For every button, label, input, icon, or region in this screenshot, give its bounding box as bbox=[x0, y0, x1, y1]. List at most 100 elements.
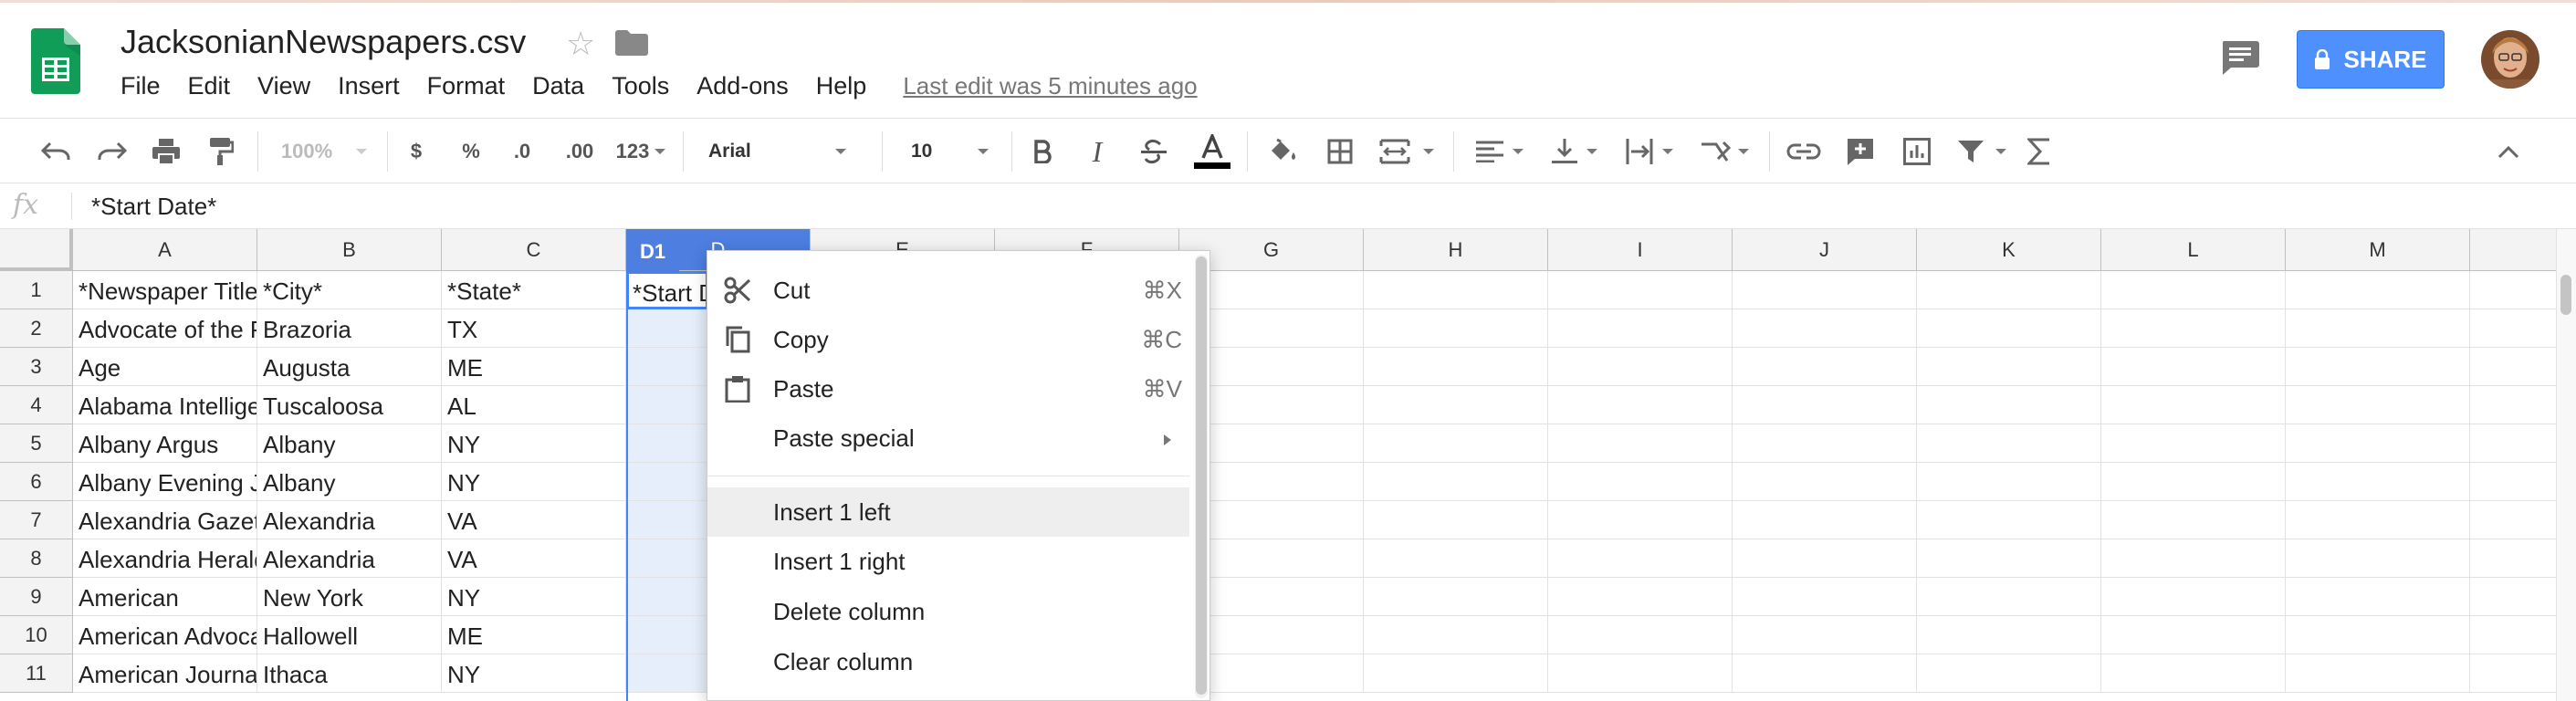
cell[interactable] bbox=[2101, 654, 2286, 693]
menu-insert-right[interactable]: Insert 1 right bbox=[707, 537, 1189, 586]
cell[interactable] bbox=[1733, 539, 1917, 578]
text-wrapping-icon[interactable] bbox=[1618, 119, 1681, 184]
document-title[interactable]: JacksonianNewspapers.csv bbox=[120, 23, 526, 61]
cell[interactable] bbox=[1548, 616, 1733, 654]
cell[interactable] bbox=[1917, 501, 2101, 539]
cell[interactable]: VA bbox=[442, 501, 626, 539]
text-color-icon[interactable] bbox=[1192, 119, 1232, 184]
cell[interactable]: Alexandria bbox=[257, 539, 442, 578]
row-header[interactable]: 1 bbox=[0, 271, 73, 309]
cell[interactable]: Alexandria Gazette bbox=[73, 501, 257, 539]
cell[interactable] bbox=[2101, 386, 2286, 424]
cell[interactable]: Hallowell bbox=[257, 616, 442, 654]
row-header[interactable]: 7 bbox=[0, 501, 73, 539]
cell[interactable]: Age bbox=[73, 348, 257, 386]
cell[interactable] bbox=[1364, 386, 1548, 424]
cell[interactable] bbox=[1548, 654, 1733, 693]
row-header[interactable]: 9 bbox=[0, 578, 73, 616]
cell[interactable] bbox=[1733, 424, 1917, 463]
cell[interactable]: New York bbox=[257, 578, 442, 616]
cell[interactable] bbox=[2286, 424, 2470, 463]
cell[interactable] bbox=[1917, 463, 2101, 501]
font-family-select[interactable]: Arial bbox=[696, 119, 869, 184]
menu-view[interactable]: View bbox=[257, 72, 310, 100]
cell[interactable] bbox=[1548, 578, 1733, 616]
insert-link-icon[interactable] bbox=[1782, 119, 1826, 184]
cell[interactable]: Brazoria bbox=[257, 309, 442, 348]
cell[interactable] bbox=[2470, 616, 2556, 654]
cell[interactable] bbox=[1364, 539, 1548, 578]
merge-cells-icon[interactable] bbox=[1375, 119, 1439, 184]
cell[interactable] bbox=[1733, 271, 1917, 309]
avatar[interactable] bbox=[2481, 30, 2539, 89]
cell[interactable] bbox=[1364, 309, 1548, 348]
cell[interactable]: Albany bbox=[257, 463, 442, 501]
spreadsheet-grid[interactable]: A B C D E F G H I J K L M 1 *Newspaper Title* *City* *St… bbox=[0, 229, 2556, 701]
cell[interactable] bbox=[2101, 271, 2286, 309]
column-header-i[interactable]: I bbox=[1548, 229, 1733, 271]
cell[interactable] bbox=[2470, 348, 2556, 386]
cell[interactable] bbox=[2286, 539, 2470, 578]
row-header[interactable]: 5 bbox=[0, 424, 73, 463]
cell[interactable] bbox=[2286, 386, 2470, 424]
cell[interactable] bbox=[1548, 539, 1733, 578]
redo-icon[interactable] bbox=[89, 119, 133, 184]
cell[interactable] bbox=[1917, 386, 2101, 424]
cell[interactable] bbox=[1917, 271, 2101, 309]
cell[interactable] bbox=[2286, 463, 2470, 501]
collapse-toolbar-icon[interactable] bbox=[2487, 119, 2530, 184]
functions-icon[interactable] bbox=[2017, 119, 2061, 184]
cell[interactable] bbox=[2286, 578, 2470, 616]
cell[interactable] bbox=[2286, 309, 2470, 348]
cell[interactable] bbox=[1364, 501, 1548, 539]
column-header-b[interactable]: B bbox=[257, 229, 442, 271]
cell[interactable] bbox=[2101, 539, 2286, 578]
cell[interactable] bbox=[1917, 309, 2101, 348]
cell[interactable] bbox=[1733, 463, 1917, 501]
context-menu-scrollbar[interactable] bbox=[1195, 255, 1208, 698]
cell[interactable] bbox=[2286, 616, 2470, 654]
filter-icon[interactable] bbox=[1950, 119, 2014, 184]
row-header[interactable]: 8 bbox=[0, 539, 73, 578]
cell[interactable] bbox=[1364, 424, 1548, 463]
cell[interactable]: Alabama Intelligencer bbox=[73, 386, 257, 424]
column-header-j[interactable]: J bbox=[1733, 229, 1917, 271]
cell[interactable] bbox=[1548, 501, 1733, 539]
insert-chart-icon[interactable] bbox=[1895, 119, 1939, 184]
column-header-h[interactable]: H bbox=[1364, 229, 1548, 271]
cell[interactable] bbox=[2470, 539, 2556, 578]
cell[interactable]: NY bbox=[442, 654, 626, 693]
cell[interactable]: *City* bbox=[257, 271, 442, 309]
row-header[interactable]: 10 bbox=[0, 616, 73, 654]
increase-decimal-button[interactable]: .00 bbox=[557, 119, 602, 184]
cell[interactable]: VA bbox=[442, 539, 626, 578]
cell[interactable]: Advocate of the People's Rights bbox=[73, 309, 257, 348]
cell[interactable]: ME bbox=[442, 616, 626, 654]
sheets-logo-icon[interactable] bbox=[31, 28, 80, 94]
cell[interactable] bbox=[1548, 348, 1733, 386]
row-header[interactable]: 4 bbox=[0, 386, 73, 424]
menu-help[interactable]: Help bbox=[816, 72, 867, 100]
menu-tools[interactable]: Tools bbox=[612, 72, 669, 100]
cell[interactable]: NY bbox=[442, 578, 626, 616]
row-header[interactable]: 3 bbox=[0, 348, 73, 386]
cell[interactable] bbox=[2101, 463, 2286, 501]
vertical-scrollbar[interactable] bbox=[2556, 229, 2576, 701]
menu-clear-column[interactable]: Clear column bbox=[707, 637, 1189, 686]
cell[interactable] bbox=[1548, 386, 1733, 424]
comments-icon[interactable] bbox=[2220, 39, 2260, 76]
context-menu-scroll-thumb[interactable] bbox=[1196, 256, 1207, 695]
cell[interactable] bbox=[2101, 501, 2286, 539]
cell[interactable] bbox=[2286, 654, 2470, 693]
cell[interactable] bbox=[1733, 578, 1917, 616]
cell[interactable] bbox=[2470, 501, 2556, 539]
column-header-l[interactable]: L bbox=[2101, 229, 2286, 271]
menu-cut[interactable]: Cut ⌘X bbox=[707, 266, 1189, 315]
cell[interactable] bbox=[2470, 578, 2556, 616]
cell[interactable] bbox=[2101, 309, 2286, 348]
insert-comment-icon[interactable] bbox=[1838, 119, 1882, 184]
star-icon[interactable]: ☆ bbox=[566, 25, 595, 63]
cell[interactable] bbox=[1733, 616, 1917, 654]
cell[interactable] bbox=[1364, 271, 1548, 309]
zoom-select[interactable]: 100% bbox=[274, 119, 374, 184]
